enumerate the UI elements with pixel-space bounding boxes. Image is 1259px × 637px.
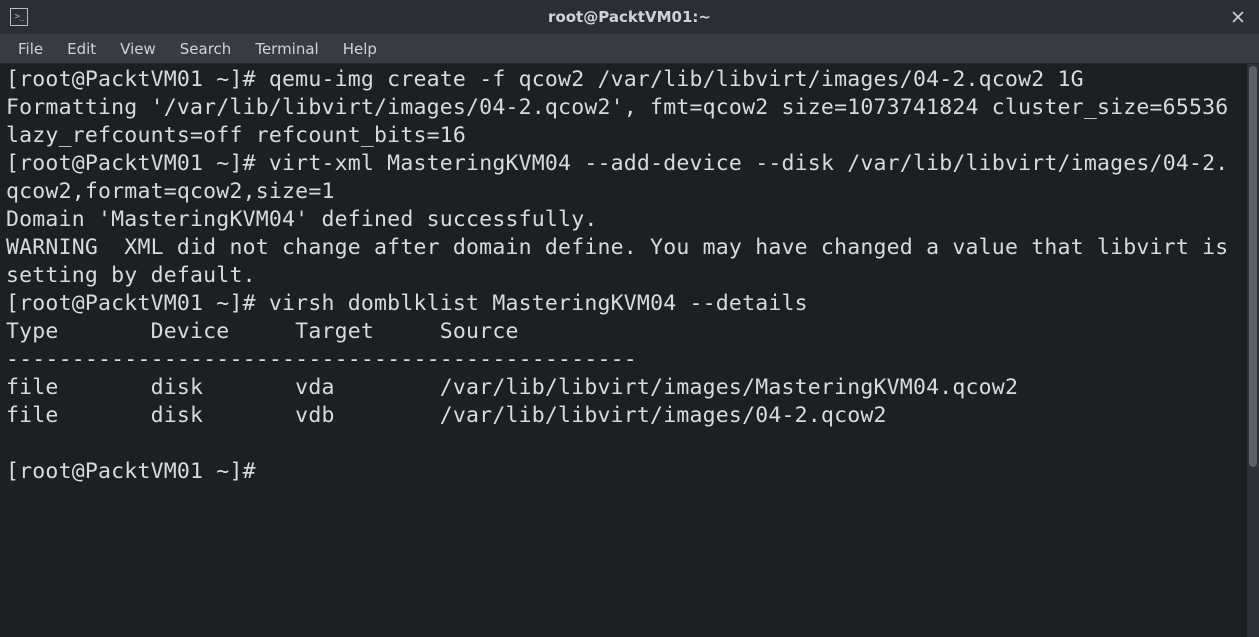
menu-terminal[interactable]: Terminal bbox=[243, 36, 330, 62]
command: qemu-img create -f qcow2 /var/lib/libvir… bbox=[269, 67, 1084, 92]
table-separator: ----------------------------------------… bbox=[6, 347, 637, 372]
prompt: [root@PacktVM01 ~]# bbox=[6, 291, 269, 316]
menu-edit[interactable]: Edit bbox=[55, 36, 108, 62]
scrollbar-thumb[interactable] bbox=[1249, 66, 1257, 467]
close-button[interactable] bbox=[1227, 6, 1249, 28]
menubar: File Edit View Search Terminal Help bbox=[0, 34, 1259, 64]
prompt: [root@PacktVM01 ~]# bbox=[6, 459, 269, 484]
terminal-area: [root@PacktVM01 ~]# qemu-img create -f q… bbox=[0, 64, 1259, 637]
table-header: Type Device Target Source bbox=[6, 319, 519, 344]
command: virsh domblklist MasteringKVM04 --detail… bbox=[269, 291, 808, 316]
prompt: [root@PacktVM01 ~]# bbox=[6, 151, 269, 176]
titlebar[interactable]: root@PacktVM01:~ bbox=[0, 0, 1259, 34]
output-line: WARNING XML did not change after domain … bbox=[6, 235, 1242, 288]
output-line: Domain 'MasteringKVM04' defined successf… bbox=[6, 207, 597, 232]
prompt: [root@PacktVM01 ~]# bbox=[6, 67, 269, 92]
scrollbar[interactable] bbox=[1247, 64, 1259, 637]
menu-help[interactable]: Help bbox=[331, 36, 389, 62]
menu-file[interactable]: File bbox=[6, 36, 55, 62]
window-title: root@PacktVM01:~ bbox=[0, 8, 1259, 26]
close-icon bbox=[1232, 11, 1244, 23]
table-row: file disk vdb /var/lib/libvirt/images/04… bbox=[6, 403, 887, 428]
output-line: Formatting '/var/lib/libvirt/images/04-2… bbox=[6, 95, 1242, 148]
menu-view[interactable]: View bbox=[108, 36, 168, 62]
terminal-icon bbox=[10, 8, 28, 26]
menu-search[interactable]: Search bbox=[168, 36, 244, 62]
table-row: file disk vda /var/lib/libvirt/images/Ma… bbox=[6, 375, 1018, 400]
terminal-output[interactable]: [root@PacktVM01 ~]# qemu-img create -f q… bbox=[0, 64, 1247, 637]
